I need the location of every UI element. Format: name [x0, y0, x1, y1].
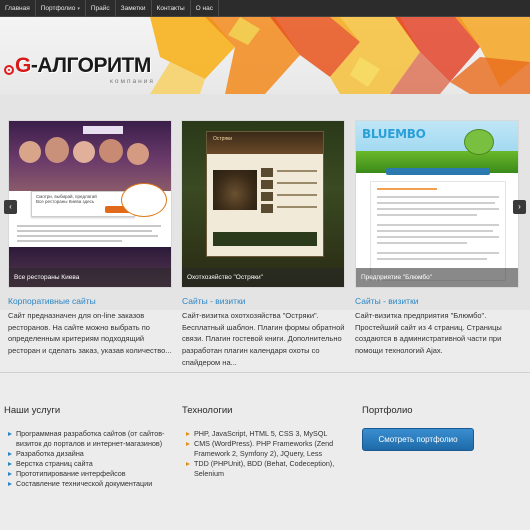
screenshot-line — [377, 214, 477, 216]
screenshot-line — [377, 236, 499, 238]
logo-name-rest: -АЛГОРИТМ — [30, 54, 152, 77]
list-item: TDD (PHPUnit), BDD (Behat, Codeception),… — [184, 459, 356, 479]
screenshot-line — [377, 258, 487, 260]
screenshot-thumb — [261, 168, 273, 177]
project-description: Сайт-визитка предприятия "Блюмбо". Прост… — [355, 311, 502, 356]
chevron-down-icon: ▾ — [77, 5, 80, 12]
deer-image — [213, 170, 257, 210]
screenshot-header: BLUEMBO — [356, 121, 518, 173]
screenshot-menu-bar — [386, 168, 490, 175]
frog-mascot-icon — [464, 129, 494, 155]
card-caption: Предприятие "Блюмбо" — [356, 268, 518, 287]
screenshot-face — [99, 139, 123, 163]
screenshot-thumb — [261, 204, 273, 213]
screenshot-highlight-oval — [121, 183, 167, 217]
screenshot-search-box: Смотри, выбирай, предлагай Все рестораны… — [31, 191, 135, 217]
portfolio-title: Портфолио — [362, 405, 413, 416]
nav-item-notes[interactable]: Заметки — [116, 0, 152, 17]
screenshot-face — [73, 141, 95, 163]
screenshot-thumb — [261, 180, 273, 189]
view-portfolio-button[interactable]: Смотреть портфолио — [362, 428, 474, 451]
screenshot-page: Остряки — [206, 131, 324, 257]
nav-item-contacts[interactable]: Контакты — [152, 0, 191, 17]
services-list: Программная разработка сайтов (от сайтов… — [6, 429, 166, 490]
technologies-title: Технологии — [182, 405, 233, 416]
slider-prev-button[interactable]: ‹ — [4, 200, 17, 214]
screenshot-line — [377, 188, 437, 190]
project-category-link[interactable]: Корпоративные сайты — [8, 296, 96, 306]
nav-item-label: О нас — [195, 4, 213, 12]
screenshot-line — [377, 224, 499, 226]
nav-item-about[interactable]: О нас — [191, 0, 219, 17]
card-caption: Все рестораны Киева — [9, 268, 171, 287]
list-item: PHP, JavaScript, HTML 5, CSS 3, MySQL — [184, 429, 356, 439]
logo-mark-icon — [4, 65, 14, 75]
screenshot-line — [377, 202, 495, 204]
list-item: Прототипирование интерфейсов — [6, 469, 166, 479]
nav-item-label: Главная — [5, 4, 30, 12]
services-title: Наши услуги — [4, 405, 61, 416]
nav-item-label: Заметки — [120, 4, 146, 12]
screenshot-thumb — [261, 192, 273, 201]
nav-item-price[interactable]: Прайс — [86, 0, 116, 17]
logo-name: G-АЛГОРИТМ — [15, 54, 151, 78]
screenshot-line — [377, 230, 493, 232]
nav-item-label: Контакты — [156, 4, 185, 12]
top-nav: Главная Портфолио ▾ Прайс Заметки Контакт… — [0, 0, 530, 17]
nav-item-label: Портфолио — [40, 4, 76, 12]
screenshot-face — [19, 141, 41, 163]
screenshot-line — [377, 252, 499, 254]
screenshot-line — [277, 170, 317, 172]
list-item: Программная разработка сайтов (от сайтов… — [6, 429, 166, 449]
nav-item-label: Прайс — [90, 4, 110, 12]
screenshot-bottom-band — [213, 232, 317, 246]
section-divider — [0, 372, 530, 373]
card-screenshot-hero — [9, 121, 171, 191]
project-category-link[interactable]: Сайты - визитки — [182, 296, 246, 306]
screenshot-logo-text: BLUEMBO — [362, 127, 426, 141]
chevron-right-icon: › — [518, 202, 521, 211]
slider-card-restaurants[interactable]: Смотри, выбирай, предлагай Все рестораны… — [8, 120, 172, 288]
slider-next-button[interactable]: › — [513, 200, 526, 214]
card-caption: Охотхозяйство "Остряки" — [182, 268, 344, 287]
project-category-link[interactable]: Сайты - визитки — [355, 296, 419, 306]
list-item: CMS (WordPress). PHP Frameworks (Zend Fr… — [184, 439, 356, 459]
technologies-list: PHP, JavaScript, HTML 5, CSS 3, MySQL CM… — [184, 429, 356, 479]
chevron-left-icon: ‹ — [9, 202, 12, 211]
screenshot-face — [45, 137, 69, 163]
screenshot-line — [377, 196, 499, 198]
project-description: Сайт-визитка охотхозяйства "Остряки". Бе… — [182, 311, 345, 367]
screenshot-line — [377, 208, 499, 210]
screenshot-search-text: Смотри, выбирай, предлагай Все рестораны… — [36, 194, 97, 204]
screenshot-brand-bar — [83, 126, 123, 134]
screenshot-header: Остряки — [207, 132, 323, 154]
project-description: Сайт предназначен для on-line заказов ре… — [8, 311, 172, 356]
slider-card-bluembo[interactable]: BLUEMBO Предприятие "Блюмбо" — [355, 120, 519, 288]
screenshot-line — [377, 242, 467, 244]
screenshot-content — [370, 181, 506, 281]
site-header: G-АЛГОРИТМ компания — [0, 17, 530, 94]
list-item: Верстка страниц сайта — [6, 459, 166, 469]
list-item: Разработка дизайна — [6, 449, 166, 459]
slider-card-hunting[interactable]: Остряки Охотхозяйство "Остряки" — [181, 120, 345, 288]
nav-item-portfolio[interactable]: Портфолио ▾ — [36, 0, 86, 17]
logo-g-letter: G — [15, 54, 31, 77]
screenshot-line — [277, 194, 317, 196]
screenshot-line — [277, 206, 317, 208]
screenshot-logo-text: Остряки — [213, 136, 233, 142]
nav-item-home[interactable]: Главная — [0, 0, 36, 17]
screenshot-line — [277, 182, 317, 184]
logo-subtitle: компания — [110, 78, 155, 85]
list-item: Составление технической документации — [6, 479, 166, 489]
screenshot-text-lines — [17, 225, 167, 245]
screenshot-face — [127, 143, 149, 165]
